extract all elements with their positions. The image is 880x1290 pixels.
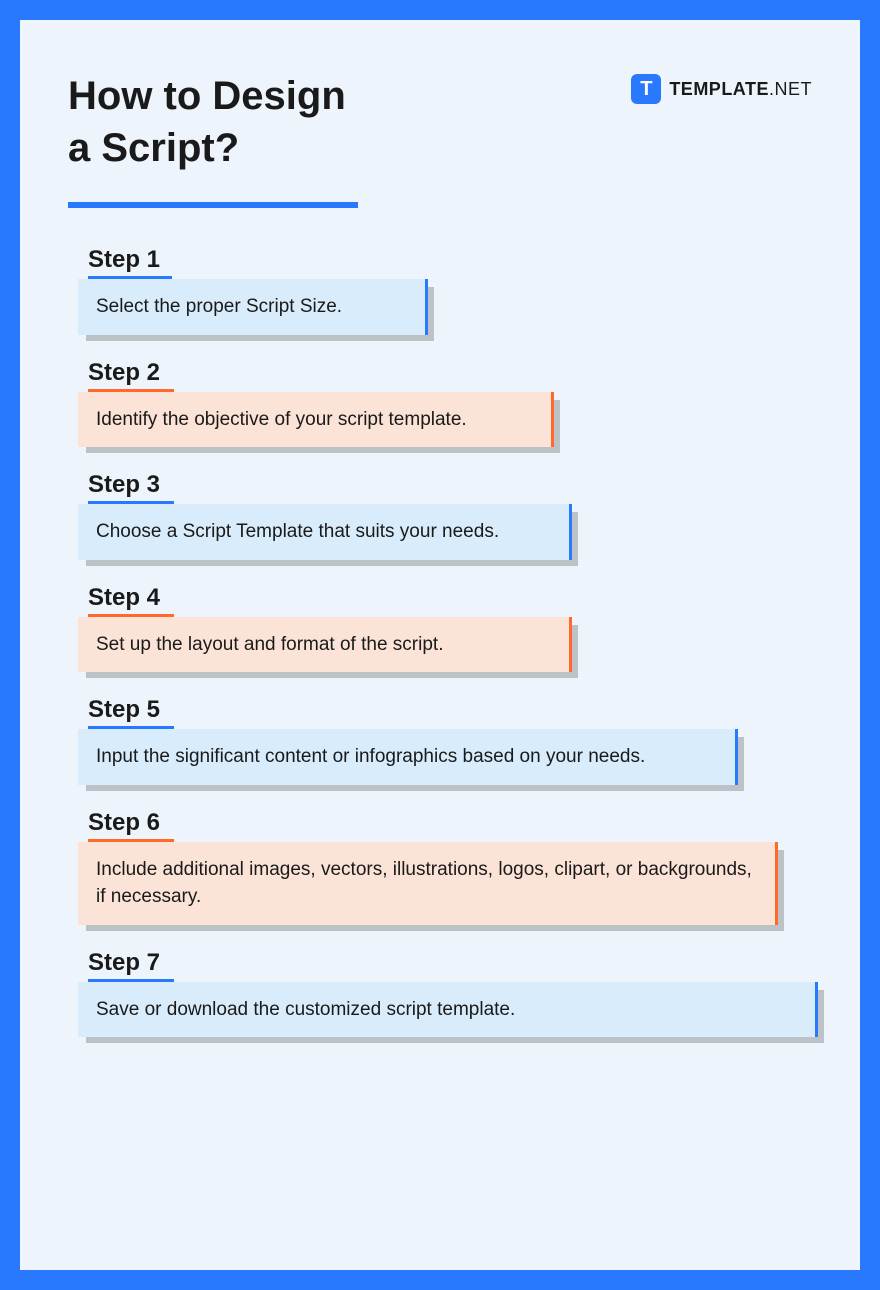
brand-name-light: .NET (769, 79, 812, 99)
page: How to Design a Script? T TEMPLATE.NET S… (20, 20, 860, 1270)
title-line-2: a Script? (68, 126, 239, 170)
step-card: Identify the objective of your script te… (78, 392, 554, 448)
brand-name-bold: TEMPLATE (669, 79, 769, 99)
step-text: Include additional images, vectors, illu… (78, 842, 778, 925)
step-block-2: Step 2 Identify the objective of your scr… (78, 359, 812, 448)
brand-text: TEMPLATE.NET (669, 79, 812, 100)
step-label: Step 6 (88, 809, 812, 837)
step-block-3: Step 3 Choose a Script Template that suit… (78, 471, 812, 560)
step-label: Step 2 (88, 359, 812, 387)
step-label: Step 3 (88, 471, 812, 499)
step-block-5: Step 5 Input the significant content or i… (78, 696, 812, 785)
step-label: Step 5 (88, 696, 812, 724)
step-text: Choose a Script Template that suits your… (78, 504, 572, 560)
step-label: Step 7 (88, 949, 812, 977)
step-label: Step 1 (88, 246, 812, 274)
page-title: How to Design a Script? (68, 70, 346, 174)
step-text: Identify the objective of your script te… (78, 392, 554, 448)
step-card: Set up the layout and format of the scri… (78, 617, 572, 673)
step-text: Input the significant content or infogra… (78, 729, 738, 785)
step-card: Choose a Script Template that suits your… (78, 504, 572, 560)
step-text: Save or download the customized script t… (78, 982, 818, 1038)
brand-logo: T TEMPLATE.NET (631, 74, 812, 104)
title-underline (68, 202, 358, 208)
step-card: Save or download the customized script t… (78, 982, 818, 1038)
step-block-7: Step 7Save or download the customized sc… (78, 949, 812, 1038)
step-label: Step 4 (88, 584, 812, 612)
step-text: Select the proper Script Size. (78, 279, 428, 335)
steps-list: Step 1Select the proper Script Size.Step… (68, 246, 812, 1037)
header: How to Design a Script? T TEMPLATE.NET (68, 70, 812, 174)
step-card: Include additional images, vectors, illu… (78, 842, 778, 925)
step-block-6: Step 6 Include additional images, vectors… (78, 809, 812, 925)
template-icon: T (631, 74, 661, 104)
step-block-4: Step 4 Set up the layout and format of th… (78, 584, 812, 673)
outer-frame: How to Design a Script? T TEMPLATE.NET S… (0, 0, 880, 1290)
step-card: Input the significant content or infogra… (78, 729, 738, 785)
title-line-1: How to Design (68, 74, 346, 118)
step-text: Set up the layout and format of the scri… (78, 617, 572, 673)
step-block-1: Step 1 Select the proper Script Size. (78, 246, 812, 335)
step-card: Select the proper Script Size. (78, 279, 428, 335)
brand-icon-letter: T (640, 78, 652, 101)
